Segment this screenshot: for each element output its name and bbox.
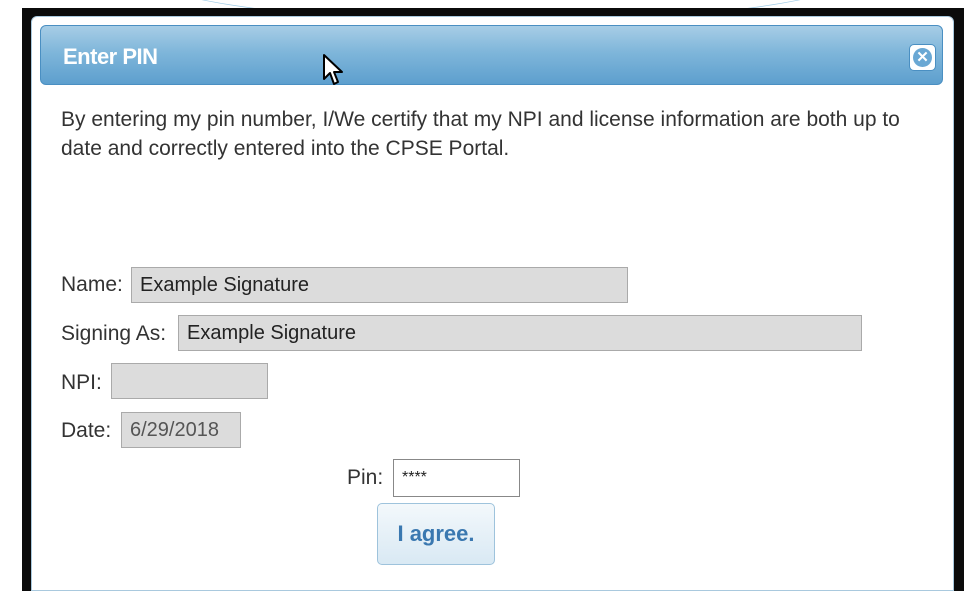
close-button[interactable]: ✕ bbox=[909, 44, 936, 71]
dialog-title: Enter PIN bbox=[63, 44, 158, 69]
date-field[interactable]: 6/29/2018 bbox=[121, 412, 241, 448]
signing-as-field[interactable]: Example Signature bbox=[178, 315, 862, 351]
agree-button[interactable]: I agree. bbox=[377, 503, 495, 565]
certification-text: By entering my pin number, I/We certify … bbox=[61, 108, 900, 160]
dialog-titlebar[interactable]: Enter PIN ✕ bbox=[40, 25, 943, 85]
mouse-pointer-icon bbox=[323, 54, 343, 85]
pin-label: Pin: bbox=[347, 466, 384, 489]
npi-label: NPI: bbox=[61, 371, 102, 394]
npi-field[interactable] bbox=[111, 363, 268, 399]
name-field[interactable]: Example Signature bbox=[131, 267, 628, 303]
close-icon: ✕ bbox=[913, 48, 932, 67]
signing-as-label: Signing As: bbox=[61, 322, 167, 345]
date-label: Date: bbox=[61, 419, 112, 442]
pin-input[interactable]: **** bbox=[393, 459, 520, 497]
enter-pin-dialog: Enter PIN ✕ By entering my pin number, I… bbox=[31, 16, 954, 591]
name-label: Name: bbox=[61, 273, 123, 296]
